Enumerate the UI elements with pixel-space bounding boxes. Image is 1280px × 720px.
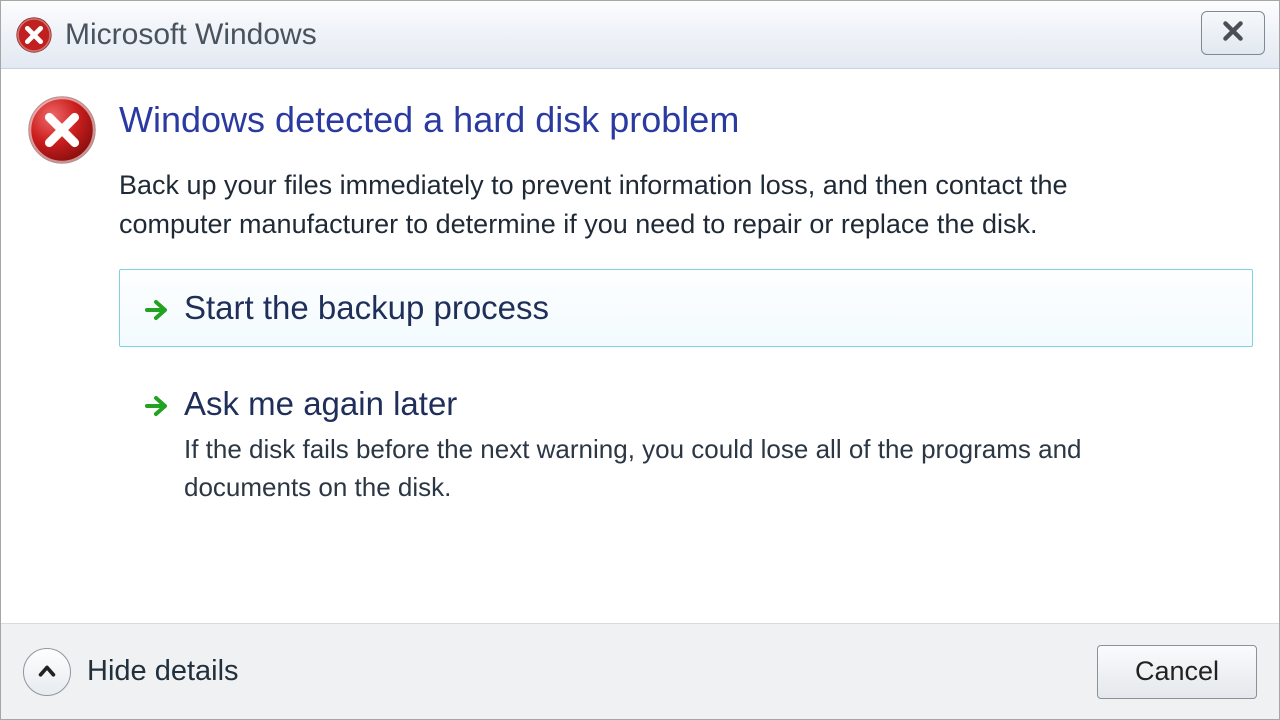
command-title: Start the backup process	[184, 288, 549, 328]
arrow-right-icon	[144, 393, 170, 419]
command-title: Ask me again later	[184, 384, 1194, 424]
body-column: Windows detected a hard disk problem Bac…	[119, 91, 1257, 544]
command-subtitle: If the disk fails before the next warnin…	[184, 431, 1194, 506]
command-ask-later[interactable]: Ask me again later If the disk fails bef…	[119, 365, 1253, 526]
close-button[interactable]	[1201, 11, 1265, 55]
main-instruction: Windows detected a hard disk problem	[119, 99, 1257, 140]
titlebar: Microsoft Windows	[1, 1, 1279, 69]
error-icon	[23, 91, 101, 169]
cancel-label: Cancel	[1135, 656, 1219, 687]
window-title: Microsoft Windows	[65, 18, 317, 52]
main-description: Back up your files immediately to preven…	[119, 166, 1159, 243]
cancel-button[interactable]: Cancel	[1097, 645, 1257, 699]
dialog-window: Microsoft Windows	[0, 0, 1280, 720]
close-icon	[1220, 18, 1246, 49]
error-icon	[15, 16, 53, 54]
hide-details-toggle[interactable]: Hide details	[23, 648, 239, 696]
footer: Hide details Cancel	[1, 623, 1279, 719]
chevron-up-icon	[23, 648, 71, 696]
details-label: Hide details	[87, 655, 239, 688]
content-area: Windows detected a hard disk problem Bac…	[1, 69, 1279, 623]
command-start-backup[interactable]: Start the backup process	[119, 269, 1253, 347]
arrow-right-icon	[144, 297, 170, 323]
